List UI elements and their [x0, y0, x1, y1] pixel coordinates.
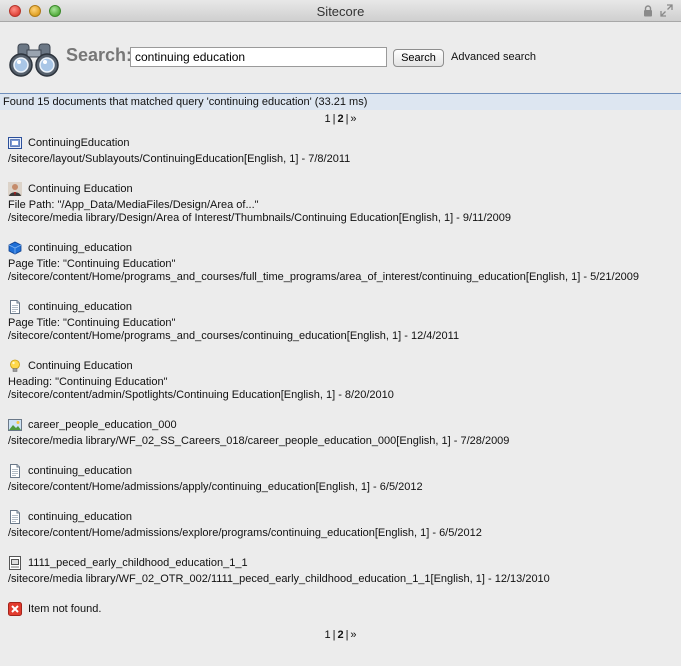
result-item: continuing_education Page Title: "Contin…	[8, 241, 639, 284]
result-item: Continuing Education Heading: "Continuin…	[8, 359, 394, 402]
result-path: /sitecore/layout/Sublayouts/ContinuingEd…	[8, 153, 351, 165]
advanced-search-link[interactable]: Advanced search	[451, 51, 536, 63]
next-page-link[interactable]: »	[349, 113, 357, 125]
result-title-link[interactable]: continuing_education	[28, 241, 132, 255]
page-1-link[interactable]: 1	[323, 629, 331, 641]
result-path: /sitecore/media library/WF_02_SS_Careers…	[8, 435, 510, 447]
page-2-current: 2	[337, 113, 344, 125]
person-image-icon	[8, 182, 22, 196]
search-label: Search:	[66, 45, 133, 65]
result-title-link[interactable]: Continuing Education	[28, 359, 133, 373]
result-title-link[interactable]: continuing_education	[28, 300, 132, 314]
result-item: continuing_education /sitecore/content/H…	[8, 464, 423, 494]
next-page-link[interactable]: »	[349, 629, 357, 641]
search-button[interactable]: Search	[393, 49, 444, 67]
blue-cube-icon	[8, 241, 22, 255]
page-1-link[interactable]: 1	[323, 113, 331, 125]
result-title-link[interactable]: ContinuingEducation	[28, 136, 130, 150]
pager-top: 1 | 2 |»	[0, 113, 681, 125]
result-item: Continuing Education File Path: "/App_Da…	[8, 182, 511, 225]
result-item: career_people_education_000 /sitecore/me…	[8, 418, 509, 448]
result-path: /sitecore/content/Home/admissions/apply/…	[8, 481, 423, 493]
result-title-link[interactable]: continuing_education	[28, 510, 132, 524]
document-icon	[10, 510, 20, 524]
lightbulb-icon	[10, 359, 20, 372]
result-title-link[interactable]: Continuing Education	[28, 182, 133, 196]
pager-bottom: 1 | 2 |»	[0, 629, 681, 641]
window-title: Sitecore	[316, 4, 365, 19]
search-input[interactable]	[130, 47, 387, 67]
result-item: continuing_education Page Title: "Contin…	[8, 300, 459, 343]
document-icon	[10, 464, 20, 478]
lock-icon	[644, 5, 652, 17]
file-image-icon	[9, 556, 21, 570]
window-titlebar: Sitecore	[0, 0, 681, 22]
binoculars-icon	[9, 43, 59, 77]
search-bar: Search: Search Advanced search	[0, 23, 681, 93]
sublayout-icon	[8, 137, 22, 149]
result-path: /sitecore/content/Home/programs_and_cour…	[8, 271, 640, 283]
picture-icon	[8, 419, 22, 431]
result-path: /sitecore/content/admin/Spotlights/Conti…	[8, 389, 394, 401]
result-detail: File Path: "/App_Data/MediaFiles/Design/…	[8, 199, 259, 211]
document-icon	[10, 300, 20, 314]
result-item: 1111_peced_early_childhood_education_1_1…	[8, 556, 550, 586]
result-message: Item not found.	[28, 603, 102, 615]
result-item: continuing_education /sitecore/content/H…	[8, 510, 482, 540]
result-path: /sitecore/content/Home/programs_and_cour…	[8, 330, 460, 342]
result-title-link[interactable]: 1111_peced_early_childhood_education_1_1	[28, 556, 248, 570]
result-item: Item not found.	[8, 602, 101, 616]
result-detail: Page Title: "Continuing Education"	[8, 258, 176, 270]
result-title-link[interactable]: career_people_education_000	[28, 418, 177, 432]
result-title-link[interactable]: continuing_education	[28, 464, 132, 478]
result-path: /sitecore/content/Home/admissions/explor…	[8, 527, 482, 539]
page-2-current: 2	[337, 629, 344, 641]
results-status: Found 15 documents that matched query 'c…	[0, 93, 681, 110]
result-path: /sitecore/media library/Design/Area of I…	[8, 212, 512, 224]
result-item: ContinuingEducation /sitecore/layout/Sub…	[8, 136, 350, 166]
result-detail: Heading: "Continuing Education"	[8, 376, 168, 388]
error-icon	[8, 602, 22, 616]
fullscreen-icon[interactable]	[660, 4, 673, 17]
result-path: /sitecore/media library/WF_02_OTR_002/11…	[8, 573, 550, 585]
result-detail: Page Title: "Continuing Education"	[8, 317, 176, 329]
